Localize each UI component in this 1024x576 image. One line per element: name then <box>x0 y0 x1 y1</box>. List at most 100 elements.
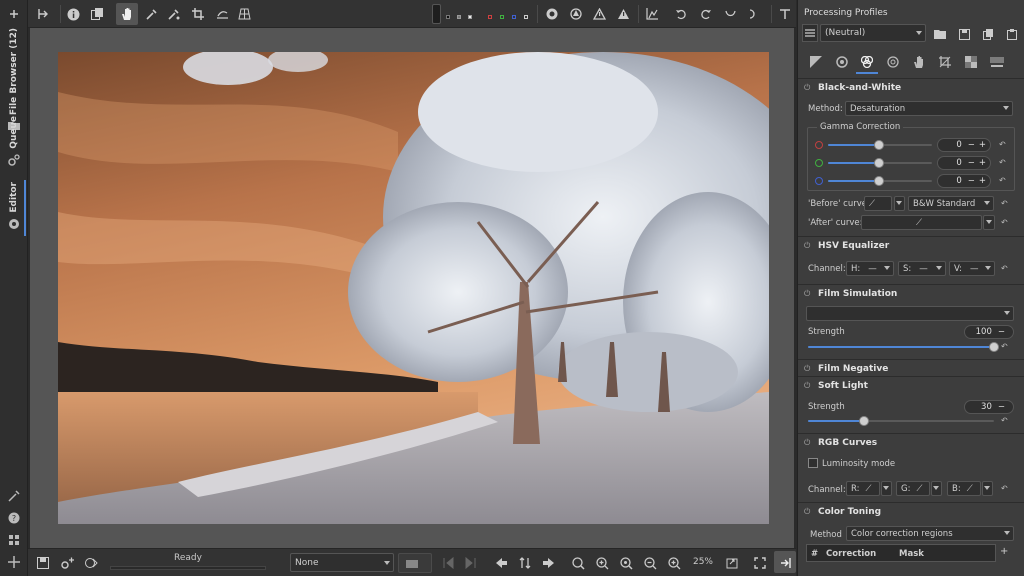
tab-editor[interactable]: Editor <box>0 182 28 234</box>
channel-green-toggle[interactable] <box>500 15 504 19</box>
film-sim-section-header[interactable]: ⏻ Film Simulation <box>798 285 1024 303</box>
film-sim-select[interactable] <box>806 306 1014 321</box>
load-profile-icon[interactable] <box>932 26 948 42</box>
compare-left-icon[interactable] <box>440 555 456 571</box>
straighten-icon[interactable] <box>214 6 230 22</box>
reset-icon[interactable]: ↶ <box>1001 264 1009 273</box>
before-after-icon[interactable] <box>89 6 105 22</box>
luminosity-checkbox[interactable] <box>808 458 818 468</box>
reset-icon[interactable]: ↶ <box>999 158 1007 167</box>
channel-red-toggle[interactable] <box>488 15 492 19</box>
next-image-icon[interactable] <box>541 555 557 571</box>
zoom-fit-icon[interactable] <box>570 555 586 571</box>
rgb-b-type[interactable]: B: ⟋ <box>947 481 981 496</box>
hand-tool-icon[interactable] <box>119 6 135 22</box>
power-icon[interactable]: ⏻ <box>804 438 816 448</box>
power-icon[interactable]: ⏻ <box>804 241 816 251</box>
tab-local-icon[interactable] <box>911 54 927 70</box>
bw-section-header[interactable]: ⏻ Black-and-White <box>798 79 1024 97</box>
collapse-left-icon[interactable] <box>6 6 22 22</box>
soft-proof-icon[interactable] <box>568 6 584 22</box>
tab-color-icon[interactable] <box>859 54 875 70</box>
after-curve-dropdown[interactable] <box>983 215 995 230</box>
save-icon[interactable] <box>35 555 51 571</box>
compare-right-icon[interactable] <box>463 555 479 571</box>
move-icon[interactable] <box>6 554 22 570</box>
tab-exposure-icon[interactable] <box>808 54 824 70</box>
photo-preview[interactable] <box>58 52 769 524</box>
flip-vertical-icon[interactable] <box>722 6 738 22</box>
hsv-s-select[interactable]: S: — <box>898 261 946 276</box>
tab-metadata-icon[interactable] <box>989 54 1005 70</box>
bg-color-toggle[interactable] <box>432 4 441 24</box>
reset-icon[interactable]: ↶ <box>999 176 1007 185</box>
info-icon[interactable] <box>65 6 81 22</box>
power-icon[interactable]: ⏻ <box>804 83 816 93</box>
rotate-right-icon[interactable] <box>697 6 713 22</box>
reset-icon[interactable]: ↶ <box>1001 416 1009 425</box>
white-balance-picker-icon[interactable] <box>144 6 160 22</box>
power-icon[interactable]: ⏻ <box>804 364 816 374</box>
tab-detail-icon[interactable] <box>834 54 850 70</box>
copy-profile-icon[interactable] <box>980 26 996 42</box>
rgb-r-dropdown[interactable] <box>881 481 892 496</box>
tools-icon[interactable] <box>6 488 22 504</box>
tab-file-browser[interactable]: File Browser (12) <box>0 28 28 131</box>
queue-add-icon[interactable] <box>59 555 75 571</box>
clipping-warning-icon[interactable] <box>615 6 631 22</box>
color-picker-icon[interactable] <box>166 6 182 22</box>
gamut-warning-icon[interactable] <box>591 6 607 22</box>
gamma-green-slider[interactable] <box>828 158 932 168</box>
preview-mode-select[interactable]: None <box>290 553 394 572</box>
histogram-icon[interactable] <box>644 6 660 22</box>
hsv-v-select[interactable]: V: — <box>949 261 995 276</box>
hide-history-icon[interactable] <box>35 6 51 22</box>
perspective-icon[interactable] <box>236 6 252 22</box>
before-curve-type[interactable]: ⟋ <box>864 196 892 211</box>
gamma-green-value[interactable]: 0− + <box>937 156 991 170</box>
reset-icon[interactable]: ↶ <box>1001 484 1009 493</box>
flip-horizontal-icon[interactable] <box>745 6 761 22</box>
save-profile-icon[interactable] <box>956 26 972 42</box>
after-curve-type[interactable]: ⟋ <box>861 215 982 230</box>
zoom-100-icon[interactable] <box>618 555 634 571</box>
reset-icon[interactable]: ↶ <box>1001 199 1009 208</box>
tab-raw-icon[interactable] <box>963 54 979 70</box>
hide-panels-icon[interactable] <box>777 6 793 22</box>
profile-select[interactable]: (Neutral) <box>820 24 926 42</box>
soft-light-strength-slider[interactable] <box>808 416 994 426</box>
reset-icon[interactable]: ↶ <box>1001 342 1009 351</box>
rgb-g-dropdown[interactable] <box>931 481 942 496</box>
channel-luminance-toggle[interactable] <box>524 15 528 19</box>
zoom-out-icon[interactable] <box>642 555 658 571</box>
soft-light-strength-value[interactable]: 30− <box>964 400 1014 414</box>
color-toning-section-header[interactable]: ⏻ Color Toning <box>798 503 1024 521</box>
tab-advanced-icon[interactable] <box>885 54 901 70</box>
channel-blue-toggle[interactable] <box>512 15 516 19</box>
grid-icon[interactable] <box>6 532 22 548</box>
film-sim-strength-value[interactable]: 100− <box>964 325 1014 339</box>
paste-profile-icon[interactable] <box>1004 26 1020 42</box>
new-detail-window-icon[interactable] <box>724 555 740 571</box>
bg-black-swatch[interactable] <box>446 15 450 19</box>
rotate-left-icon[interactable] <box>673 6 689 22</box>
zoom-in-2-icon[interactable] <box>666 555 682 571</box>
hsv-section-header[interactable]: ⏻ HSV Equalizer <box>798 237 1024 255</box>
power-icon[interactable]: ⏻ <box>804 289 816 299</box>
gamma-red-slider[interactable] <box>828 140 932 150</box>
hsv-h-select[interactable]: H: — <box>846 261 894 276</box>
bg-grey-swatch[interactable] <box>457 15 461 19</box>
rgb-curves-section-header[interactable]: ⏻ RGB Curves <box>798 434 1024 452</box>
power-icon[interactable]: ⏻ <box>804 507 816 517</box>
before-curve-select[interactable]: B&W Standard <box>908 196 994 211</box>
gamma-red-value[interactable]: 0− + <box>937 138 991 152</box>
crop-icon[interactable] <box>190 6 206 22</box>
tab-transform-icon[interactable] <box>937 54 953 70</box>
sync-icon[interactable] <box>517 555 533 571</box>
bw-method-select[interactable]: Desaturation <box>845 101 1013 116</box>
help-icon[interactable]: ? <box>6 510 22 526</box>
add-region-icon[interactable]: + <box>1000 546 1008 557</box>
before-curve-dropdown[interactable] <box>894 196 905 211</box>
rgb-g-type[interactable]: G: ⟋ <box>896 481 930 496</box>
zoom-in-icon[interactable] <box>594 555 610 571</box>
